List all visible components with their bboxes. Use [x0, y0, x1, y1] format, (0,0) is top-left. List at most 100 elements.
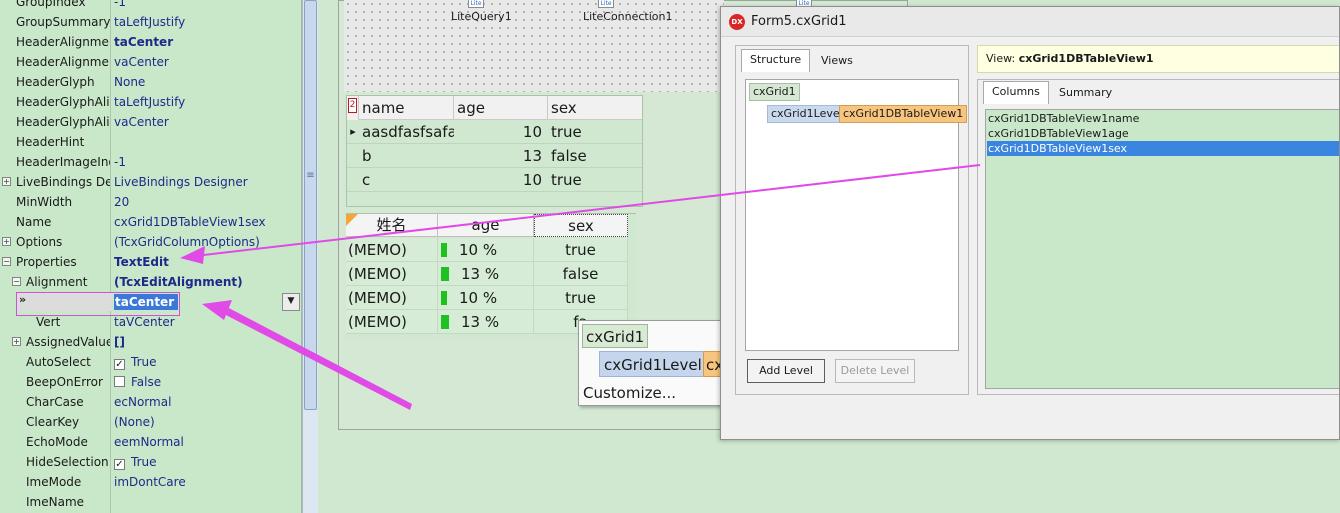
property-value[interactable]: False	[114, 372, 300, 392]
expand-icon[interactable]: +	[2, 237, 11, 246]
property-row[interactable]: GroupIndex -1	[0, 0, 301, 12]
progress-cell[interactable]: 13 %	[438, 262, 534, 286]
property-row[interactable]: HeaderHint	[0, 132, 301, 152]
grid2-header[interactable]: sex	[534, 214, 628, 237]
property-row[interactable]: EchoMode eemNormal	[0, 432, 301, 452]
inspector-column-divider[interactable]	[110, 0, 111, 513]
grid1-header-name[interactable]: name	[359, 96, 454, 120]
property-row[interactable]: + LiveBindings Desig LiveBindings Designer	[0, 172, 301, 192]
popup-customize-item[interactable]: Customize...	[583, 381, 676, 405]
progress-cell[interactable]: 13 %	[438, 310, 534, 334]
property-row[interactable]: + AssignedValues []	[0, 332, 301, 352]
checkbox-checked-icon[interactable]: ✓	[114, 359, 125, 370]
row-indicator-icon[interactable]	[347, 144, 359, 168]
grid2-header[interactable]: age	[438, 214, 534, 237]
property-row[interactable]: ImeName	[0, 492, 301, 512]
checkbox-unchecked-icon[interactable]	[114, 376, 125, 387]
property-value[interactable]: LiveBindings Designer	[114, 172, 300, 192]
table-cell[interactable]: true	[534, 286, 628, 310]
column-list-item[interactable]: cxGrid1DBTableView1sex	[987, 141, 1339, 156]
row-indicator-icon[interactable]: ▸	[347, 120, 359, 144]
table-cell[interactable]: b	[359, 144, 454, 168]
inspector-scrollbar-thumb[interactable]	[304, 0, 317, 410]
column-list-item[interactable]: cxGrid1DBTableView1name	[987, 111, 1339, 126]
property-value[interactable]: -1	[114, 152, 300, 172]
tab-views[interactable]: Views	[813, 51, 861, 73]
property-row[interactable]: ClearKey (None)	[0, 412, 301, 432]
table-cell[interactable]: true	[548, 120, 642, 144]
grid1-header-age[interactable]: age	[454, 96, 548, 120]
property-row[interactable]: GroupSummaryAl taLeftJustify	[0, 12, 301, 32]
property-row[interactable]: HeaderImageInde -1	[0, 152, 301, 172]
collapse-icon[interactable]: −	[2, 257, 11, 266]
data-grid-1[interactable]: 2 nameagesex ▸aasdfasfsafas10true b13false…	[346, 95, 643, 207]
dialog-titlebar[interactable]: DX Form5.cxGrid1	[721, 7, 1339, 37]
property-row[interactable]: HeaderGlyph None	[0, 72, 301, 92]
column-list-item[interactable]: cxGrid1DBTableView1age	[987, 126, 1339, 141]
expand-icon[interactable]: +	[12, 337, 21, 346]
component-icon[interactable]: Lite	[598, 0, 614, 8]
property-row[interactable]: − Alignment (TcxEditAlignment)	[0, 272, 301, 292]
popup-level-cxgrid1[interactable]: cxGrid1	[582, 324, 649, 348]
popup-level-cxgrid1level1[interactable]: cxGrid1Level1	[599, 351, 717, 377]
tree-node-tableview[interactable]: cxGrid1DBTableView1	[839, 105, 968, 123]
table-cell[interactable]: c	[359, 168, 454, 192]
property-value[interactable]: None	[114, 72, 300, 92]
property-row[interactable]: ImeMode imDontCare	[0, 472, 301, 492]
progress-cell[interactable]: 10 %	[438, 286, 534, 310]
table-cell[interactable]: 10	[454, 120, 548, 144]
table-cell[interactable]: true	[534, 238, 628, 262]
property-row[interactable]: BeepOnError False	[0, 372, 301, 392]
delete-level-button[interactable]: Delete Level	[835, 359, 915, 383]
property-row[interactable]: HeaderAlignment vaCenter	[0, 52, 301, 72]
table-cell[interactable]: false	[534, 262, 628, 286]
property-row[interactable]: − Properties TextEdit	[0, 252, 301, 272]
property-value[interactable]: 20	[114, 192, 300, 212]
property-row[interactable]: CharCase ecNormal	[0, 392, 301, 412]
table-cell[interactable]: 10	[454, 168, 548, 192]
property-row[interactable]: Name cxGrid1DBTableView1sex	[0, 212, 301, 232]
property-value[interactable]: vaCenter	[114, 112, 300, 132]
table-cell[interactable]: aasdfasfsafas	[359, 120, 454, 144]
table-cell[interactable]: 13	[454, 144, 548, 168]
horz-dropdown-button[interactable]: ▼	[282, 293, 300, 311]
grid1-header-sex[interactable]: sex	[548, 96, 642, 120]
property-row[interactable]: MinWidth 20	[0, 192, 301, 212]
property-value[interactable]: taLeftJustify	[114, 92, 300, 112]
add-level-button[interactable]: Add Level	[747, 359, 825, 383]
table-cell[interactable]: true	[548, 168, 642, 192]
checkbox-checked-icon[interactable]: ✓	[114, 459, 125, 470]
component-icon[interactable]: Lite	[468, 0, 484, 8]
table-cell[interactable]: (MEMO)	[346, 310, 438, 334]
table-cell[interactable]: (MEMO)	[346, 262, 438, 286]
property-value[interactable]: ✓ True	[114, 452, 300, 472]
property-value[interactable]: cxGrid1DBTableView1sex	[114, 212, 300, 232]
property-value[interactable]: ✓ True	[114, 352, 300, 372]
property-value[interactable]: imDontCare	[114, 472, 300, 492]
property-row[interactable]: AutoSelect ✓ True	[0, 352, 301, 372]
property-row[interactable]: + Options (TcxGridColumnOptions)	[0, 232, 301, 252]
expand-icon[interactable]: +	[2, 177, 11, 186]
property-value[interactable]: []	[114, 332, 300, 352]
property-value[interactable]: (TcxGridColumnOptions)	[114, 232, 300, 252]
tab-columns[interactable]: Columns	[983, 81, 1049, 104]
table-cell[interactable]: false	[548, 144, 642, 168]
row-indicator-icon[interactable]	[347, 168, 359, 192]
property-value[interactable]: TextEdit	[114, 252, 300, 272]
property-row[interactable]: HideSelection ✓ True	[0, 452, 301, 472]
property-row[interactable]: HeaderAlignment taCenter	[0, 32, 301, 52]
property-value[interactable]: (TcxEditAlignment)	[114, 272, 300, 292]
property-value[interactable]: eemNormal	[114, 432, 300, 452]
tree-node-cxgrid1[interactable]: cxGrid1	[749, 83, 800, 101]
property-value[interactable]: vaCenter	[114, 52, 300, 72]
table-cell[interactable]: (MEMO)	[346, 286, 438, 310]
tab-summary[interactable]: Summary	[1051, 83, 1121, 105]
collapse-icon[interactable]: −	[12, 277, 21, 286]
property-value[interactable]: ecNormal	[114, 392, 300, 412]
property-row[interactable]: HeaderGlyphAlig vaCenter	[0, 112, 301, 132]
property-row[interactable]: HeaderGlyphAlig taLeftJustify	[0, 92, 301, 112]
property-value[interactable]: taLeftJustify	[114, 12, 300, 32]
progress-cell[interactable]: 10 %	[438, 238, 534, 262]
tab-structure[interactable]: Structure	[741, 49, 811, 72]
property-value[interactable]: taCenter	[114, 32, 300, 52]
